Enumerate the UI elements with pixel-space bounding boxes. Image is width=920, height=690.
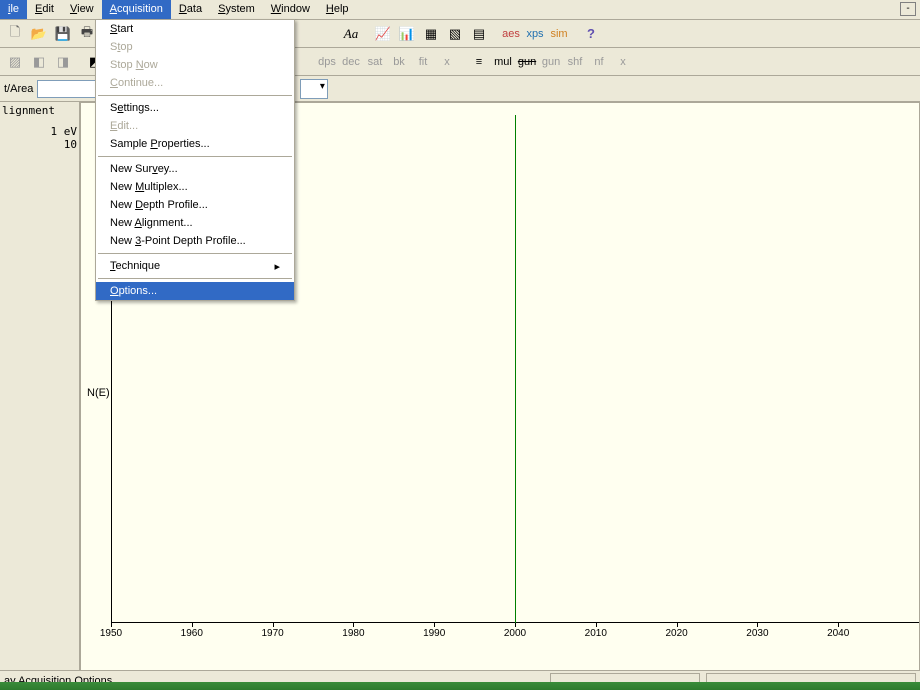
panel-line1: 1 eV [2,125,77,138]
menu-item-multiplex-[interactable]: New Multiplex... [96,178,294,196]
shf-button[interactable]: shf [564,51,586,73]
x-tick: 2010 [584,628,608,639]
nf-button[interactable]: nf [588,51,610,73]
window-buttons: - [900,2,916,16]
panel-line2: 10 [2,138,77,151]
x-tick: 2030 [745,628,769,639]
x-tick: 1980 [341,628,365,639]
x-tick: 2000 [503,628,527,639]
new-button[interactable]: 🗋 [4,23,26,45]
x-tick: 2020 [665,628,689,639]
save-button[interactable]: 💾 [52,23,74,45]
y-axis-label: N(E) [87,387,110,399]
chart-type-3[interactable]: ▦ [420,23,442,45]
menu-item-depth-profile-[interactable]: New Depth Profile... [96,196,294,214]
menu-item-3-point-depth-profile-[interactable]: New 3-Point Depth Profile... [96,232,294,250]
menu-item-start[interactable]: Start [96,20,294,38]
fit-button[interactable]: fit [412,51,434,73]
chart-type-4[interactable]: ▧ [444,23,466,45]
gun-button[interactable]: gun [516,51,538,73]
menu-item-technique[interactable]: Technique▸ [96,257,294,275]
menu-view[interactable]: View [62,0,102,19]
open-button[interactable]: 📂 [28,23,50,45]
mul-button[interactable]: mul [492,51,514,73]
menu-item-alignment-[interactable]: New Alignment... [96,214,294,232]
dps-button[interactable]: dps [316,51,338,73]
gun2-button[interactable]: gun [540,51,562,73]
chart-type-5[interactable]: ▤ [468,23,490,45]
menubar: ile Edit View Acquisition Data System Wi… [0,0,920,20]
taskbar [0,682,920,690]
menu-help[interactable]: Help [318,0,357,19]
sim-button[interactable]: sim [548,23,570,45]
xps-button[interactable]: xps [524,23,546,45]
tb2-b[interactable]: ◧ [28,51,50,73]
menu-data[interactable]: Data [171,0,210,19]
x-tick: 1960 [180,628,204,639]
x2-button[interactable]: x [612,51,634,73]
menu-edit[interactable]: Edit [27,0,62,19]
tb2-a[interactable]: ▨ [4,51,26,73]
x-tick: 1990 [422,628,446,639]
sat-button[interactable]: sat [364,51,386,73]
menu-item-now: Stop Now [96,56,294,74]
area-label: t/Area [4,83,33,95]
menu-item-ettings-[interactable]: Settings... [96,99,294,117]
font-button[interactable]: Aa [340,23,362,45]
help-button[interactable]: ? [580,23,602,45]
tb2-c[interactable]: ◨ [52,51,74,73]
panel-title: lignment [2,104,77,117]
style-dropdown[interactable] [300,79,328,99]
chart-type-1[interactable]: 📈 [372,23,394,45]
menu-acquisition[interactable]: Acquisition [102,0,171,19]
x-button[interactable]: x [436,51,458,73]
menu-item-top: Stop [96,38,294,56]
left-panel: lignment 1 eV 10 [0,102,80,684]
menu-file[interactable]: ile [0,0,27,19]
dec-button[interactable]: dec [340,51,362,73]
x-tick: 1950 [99,628,123,639]
cursor-line [515,115,516,623]
acquisition-dropdown: StartStopStop NowContinue... Settings...E… [95,19,295,301]
menu-item-properties-[interactable]: Sample Properties... [96,135,294,153]
x-tick: 1970 [261,628,285,639]
minimize-button[interactable]: - [900,2,916,16]
menu-item-vey-[interactable]: New Survey... [96,160,294,178]
aes-button[interactable]: aes [500,23,522,45]
menu-item-continue-: Continue... [96,74,294,92]
x-tick: 2040 [826,628,850,639]
grid-button[interactable]: ≡ [468,51,490,73]
menu-item-options-[interactable]: Options... [96,282,294,300]
menu-system[interactable]: System [210,0,263,19]
menu-window[interactable]: Window [263,0,318,19]
bk-button[interactable]: bk [388,51,410,73]
chart-type-2[interactable]: 📊 [396,23,418,45]
menu-item-edit-: Edit... [96,117,294,135]
